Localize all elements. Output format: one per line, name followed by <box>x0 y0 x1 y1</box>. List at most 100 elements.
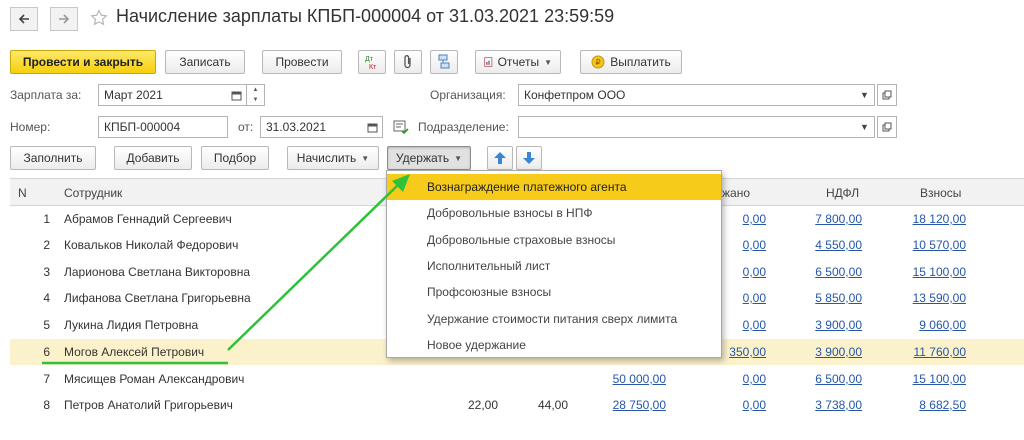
subdivision-field[interactable] <box>518 116 856 138</box>
arrow-down-icon <box>523 152 535 164</box>
spin-down-icon[interactable]: ▼ <box>247 95 264 105</box>
coin-icon: ₽ <box>591 55 605 69</box>
number-label: Номер: <box>10 120 51 134</box>
add-button[interactable]: Добавить <box>114 146 192 170</box>
save-button[interactable]: Записать <box>165 50 245 74</box>
ndfl-value[interactable]: 4 550,00 <box>790 238 862 252</box>
arrow-up-icon <box>494 152 506 164</box>
structure-button[interactable] <box>430 50 458 74</box>
column-header-withheld[interactable]: жано <box>722 186 750 200</box>
organization-dropdown-button[interactable]: ▼ <box>855 84 875 106</box>
menu-item-new-deduction[interactable]: Новое удержание <box>387 332 721 358</box>
ndfl-value[interactable]: 6 500,00 <box>790 372 862 386</box>
fill-button[interactable]: Заполнить <box>10 146 96 170</box>
organization-field[interactable] <box>518 84 856 106</box>
contributions-value[interactable]: 13 590,00 <box>890 291 966 305</box>
ndfl-value[interactable]: 7 800,00 <box>790 212 862 226</box>
attach-button[interactable] <box>394 50 422 74</box>
salary-for-label: Зарплата за: <box>10 88 82 102</box>
pick-button[interactable]: Подбор <box>201 146 269 170</box>
contributions-value[interactable]: 8 682,50 <box>890 398 966 412</box>
chevron-down-icon: ▼ <box>454 153 463 163</box>
date-label: от: <box>238 120 254 134</box>
employee-name: Ларионова Светлана Викторовна <box>64 265 251 279</box>
salary-period-field[interactable] <box>98 84 228 106</box>
menu-item-union-dues[interactable]: Профсоюзные взносы <box>387 279 721 305</box>
calendar-button[interactable] <box>227 84 247 106</box>
withheld-value[interactable]: 0,00 <box>700 372 766 386</box>
subdivision-label: Подразделение: <box>418 120 509 134</box>
pay-label: Выплатить <box>610 55 671 69</box>
chevron-down-icon: ▼ <box>860 90 869 100</box>
hours-value: 44,00 <box>537 398 568 412</box>
accrue-button[interactable]: Начислить ▼ <box>287 146 379 170</box>
pay-button[interactable]: ₽ Выплатить <box>580 50 682 74</box>
svg-text:Кт: Кт <box>369 64 377 70</box>
column-header-contributions[interactable]: Взносы <box>920 186 961 200</box>
forward-button[interactable] <box>50 7 78 31</box>
chevron-down-icon: ▼ <box>361 153 370 163</box>
back-button[interactable] <box>10 7 38 31</box>
svg-text:Дт: Дт <box>365 56 374 63</box>
post-button[interactable]: Провести <box>262 50 342 74</box>
accrue-label: Начислить <box>296 151 357 165</box>
column-header-ndfl[interactable]: НДФЛ <box>826 186 859 200</box>
paperclip-icon <box>404 55 411 69</box>
table-row[interactable]: 7 Мясищев Роман Александрович 50 000,00 … <box>10 366 1024 392</box>
star-icon[interactable] <box>90 9 108 27</box>
ndfl-value[interactable]: 3 738,00 <box>790 398 862 412</box>
move-down-button[interactable] <box>516 146 542 170</box>
arrow-left-icon <box>18 14 29 24</box>
row-number: 2 <box>43 238 50 252</box>
table-row[interactable]: 8 Петров Анатолий Григорьевич 22,00 44,0… <box>10 392 1024 418</box>
date-field[interactable] <box>260 116 364 138</box>
contributions-value[interactable]: 15 100,00 <box>890 265 966 279</box>
days-value: 22,00 <box>467 398 498 412</box>
menu-item-voluntary-insurance[interactable]: Добровольные страховые взносы <box>387 227 721 253</box>
structure-icon <box>438 54 450 69</box>
ndfl-value[interactable]: 5 850,00 <box>790 291 862 305</box>
contributions-value[interactable]: 11 760,00 <box>890 345 967 359</box>
row-number: 1 <box>43 212 50 226</box>
move-up-button[interactable] <box>487 146 513 170</box>
employee-name: Мясищев Роман Александрович <box>64 372 245 386</box>
menu-item-payment-agent-fee[interactable]: Вознаграждение платежного агента <box>387 174 721 200</box>
employee-name: Абрамов Геннадий Сергеевич <box>64 212 232 226</box>
contributions-value[interactable]: 15 100,00 <box>890 372 966 386</box>
ndfl-value[interactable]: 3 900,00 <box>790 345 862 359</box>
contributions-value[interactable]: 9 060,00 <box>890 318 966 332</box>
subdivision-dropdown-button[interactable]: ▼ <box>855 116 875 138</box>
report-icon <box>484 57 493 67</box>
column-header-n[interactable]: N <box>18 186 27 200</box>
document-check-icon[interactable] <box>393 119 409 135</box>
ndfl-value[interactable]: 6 500,00 <box>790 265 862 279</box>
menu-item-writ-of-execution[interactable]: Исполнительный лист <box>387 253 721 279</box>
contributions-value[interactable]: 18 120,00 <box>890 212 966 226</box>
post-and-close-button[interactable]: Провести и закрыть <box>10 50 156 74</box>
employee-name: Лифанова Светлана Григорьевна <box>64 291 251 305</box>
page-title: Начисление зарплаты КПБП-000004 от 31.03… <box>116 6 615 26</box>
calendar-icon <box>231 91 242 100</box>
row-number: 5 <box>43 318 50 332</box>
contributions-value[interactable]: 10 570,00 <box>890 238 966 252</box>
menu-item-npf-voluntary[interactable]: Добровольные взносы в НПФ <box>387 200 721 226</box>
reports-button[interactable]: Отчеты ▼ <box>475 50 561 74</box>
ndfl-value[interactable]: 3 900,00 <box>790 318 862 332</box>
chevron-down-icon: ▼ <box>544 57 552 67</box>
column-header-employee[interactable]: Сотрудник <box>64 186 122 200</box>
withheld-value[interactable]: 0,00 <box>700 398 766 412</box>
organization-open-button[interactable] <box>877 84 897 106</box>
row-number: 8 <box>43 398 50 412</box>
chevron-down-icon: ▼ <box>860 122 869 132</box>
deduct-button[interactable]: Удержать ▼ <box>387 146 471 170</box>
deduct-dropdown-menu: Вознаграждение платежного агента Доброво… <box>386 170 722 358</box>
subdivision-open-button[interactable] <box>877 116 897 138</box>
number-field[interactable] <box>98 116 228 138</box>
accrued-value[interactable]: 28 750,00 <box>580 398 666 412</box>
accrued-value[interactable]: 50 000,00 <box>580 372 666 386</box>
period-spinner[interactable]: ▲ ▼ <box>247 84 265 106</box>
debit-credit-button[interactable]: Дт Кт <box>358 50 386 74</box>
date-calendar-button[interactable] <box>363 116 383 138</box>
menu-item-meal-over-limit[interactable]: Удержание стоимости питания сверх лимита <box>387 306 721 332</box>
spin-up-icon[interactable]: ▲ <box>247 85 264 95</box>
